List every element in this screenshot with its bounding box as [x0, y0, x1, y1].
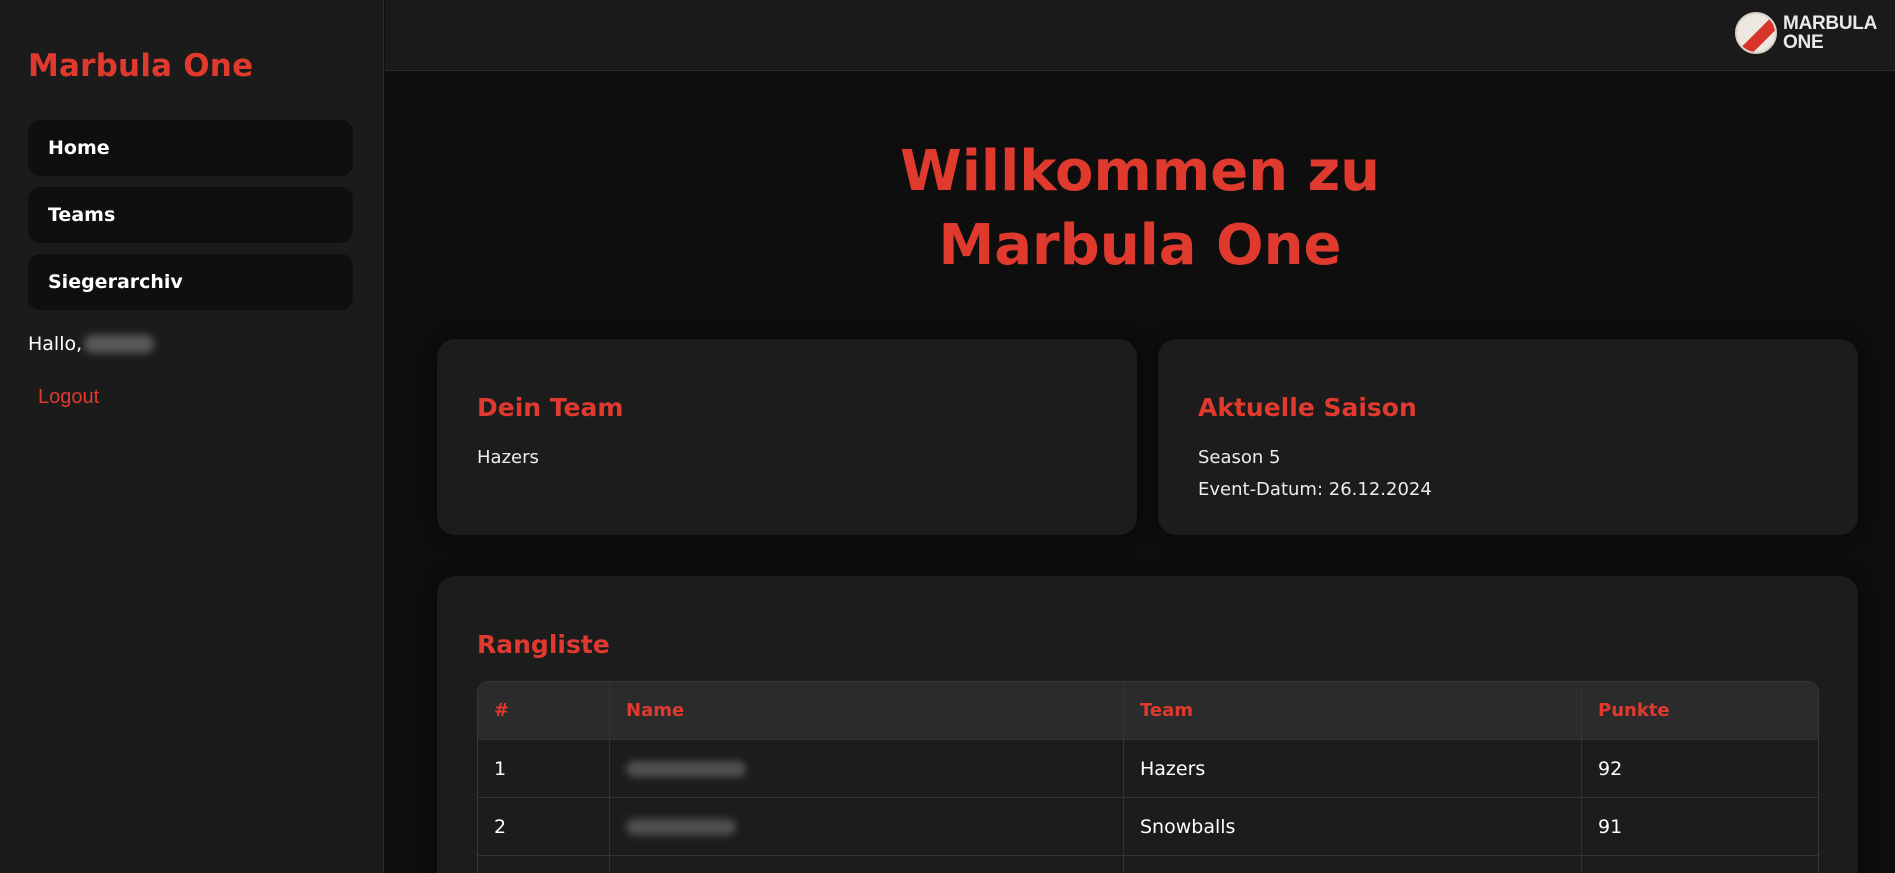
team-name: Hazers	[477, 447, 539, 468]
page-title: Willkommen zu Marbula One	[385, 135, 1895, 283]
sidebar-item-home[interactable]: Home	[28, 120, 353, 176]
sidebar: Marbula One Home Teams Siegerarchiv Hall…	[0, 0, 384, 873]
team-cell	[1124, 856, 1582, 873]
marbula-logo[interactable]: MARBULA ONE	[1735, 11, 1877, 55]
app: Marbula One Home Teams Siegerarchiv Hall…	[0, 0, 1895, 873]
column-header-points: Punkte	[1598, 700, 1670, 721]
table-header: # Name Team Punkte	[478, 682, 1818, 740]
points-cell: 92	[1598, 757, 1623, 780]
top-bar: MARBULA ONE	[385, 0, 1895, 71]
season-name: Season 5	[1198, 447, 1281, 468]
rank-cell: 2	[478, 798, 610, 855]
sidebar-item-teams[interactable]: Teams	[28, 187, 353, 243]
page-title-line-2: Marbula One	[938, 213, 1342, 278]
page-title-line-1: Willkommen zu	[899, 139, 1381, 204]
table-row-partial	[478, 856, 1818, 873]
sidebar-item-siegerarchiv[interactable]: Siegerarchiv	[28, 254, 353, 310]
blurred-player-name	[626, 760, 746, 777]
greeting-label: Hallo,	[28, 333, 83, 355]
logout-link[interactable]: Logout	[38, 386, 99, 409]
logo-wordmark: MARBULA ONE	[1783, 14, 1877, 52]
sidebar-brand[interactable]: Marbula One	[28, 48, 253, 84]
user-greeting: Hallo,	[28, 333, 155, 355]
rank-cell	[478, 856, 610, 873]
rank-cell: 1	[478, 740, 610, 797]
event-date: Event-Datum: 26.12.2024	[1198, 479, 1432, 500]
blurred-player-name	[626, 818, 736, 835]
column-header-team: Team	[1124, 682, 1582, 739]
ranking-title: Rangliste	[477, 630, 610, 659]
logo-line-1: MARBULA	[1783, 13, 1877, 34]
sidebar-item-label: Home	[48, 137, 110, 159]
ranking-card: Rangliste # Name Team Punkte 1 Hazers 92…	[437, 576, 1858, 873]
points-cell: 91	[1598, 815, 1623, 838]
season-card-title: Aktuelle Saison	[1198, 393, 1417, 422]
team-cell: Hazers	[1124, 740, 1582, 797]
team-cell: Snowballs	[1124, 798, 1582, 855]
name-cell	[610, 798, 1124, 855]
points-cell	[1582, 856, 1818, 873]
sidebar-item-label: Siegerarchiv	[48, 271, 183, 293]
table-row: 2 Snowballs 91	[478, 798, 1818, 856]
team-card: Dein Team Hazers	[437, 339, 1137, 535]
column-header-rank: #	[478, 682, 610, 739]
name-cell	[610, 740, 1124, 797]
season-card: Aktuelle Saison Season 5 Event-Datum: 26…	[1158, 339, 1858, 535]
marble-logo-icon	[1735, 12, 1778, 54]
sidebar-item-label: Teams	[48, 204, 116, 226]
blurred-username	[84, 335, 155, 353]
name-cell	[610, 856, 1124, 873]
team-card-title: Dein Team	[477, 393, 624, 422]
logo-line-2: ONE	[1783, 32, 1824, 53]
table-row: 1 Hazers 92	[478, 740, 1818, 798]
column-header-name: Name	[610, 682, 1124, 739]
ranking-table: # Name Team Punkte 1 Hazers 92 2 Snowbal…	[477, 681, 1819, 873]
